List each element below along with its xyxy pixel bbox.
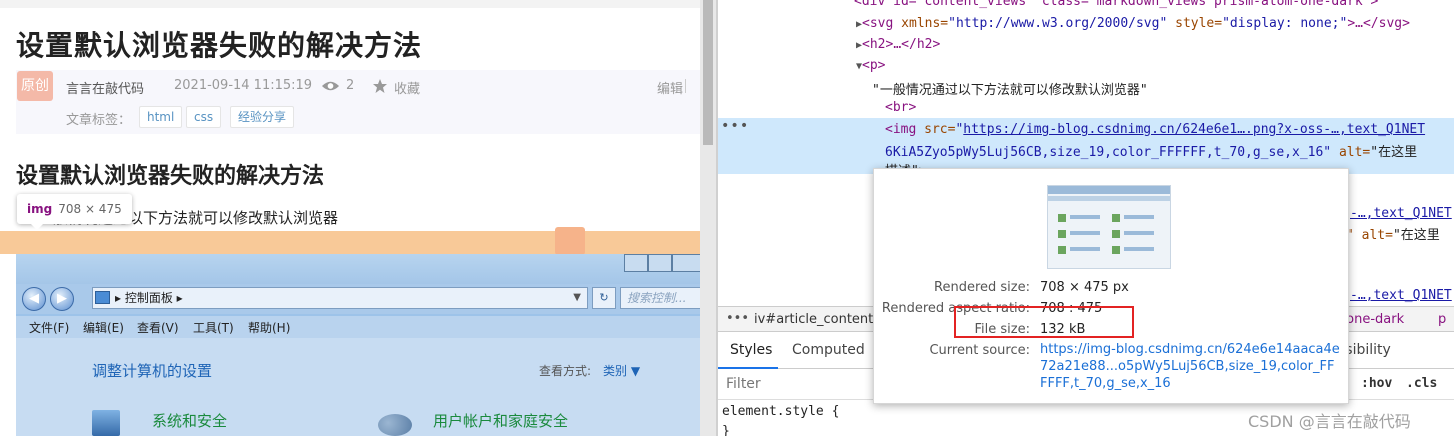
rendered-size-label: Rendered size: (934, 280, 1030, 295)
element-hover-tooltip: img 708 × 475 (17, 194, 132, 230)
tooltip-tag: img (27, 202, 53, 216)
rendered-size-value: 708 × 475 px (1040, 280, 1129, 295)
dom-line-partial[interactable]: " alt="在这里 (1346, 224, 1440, 243)
dom-line-div[interactable]: <div id="content_views" class="markdown_… (854, 0, 1378, 9)
forward-icon: ▶ (50, 287, 74, 311)
element-style-rule-end: } (722, 424, 730, 436)
view-mode-value: 类别 ▼ (603, 364, 641, 378)
view-count: 2 (346, 78, 355, 93)
tab-computed[interactable]: Computed (792, 333, 865, 369)
scrollbar-thumb[interactable] (703, 0, 713, 145)
more-icon[interactable]: ••• (726, 311, 749, 326)
menu-bar: 文件(F) 编辑(E) 查看(V) 工具(T) 帮助(H) (16, 316, 716, 338)
dom-line-partial[interactable]: -…,text_Q1NET (1350, 288, 1452, 303)
dom-line-svg[interactable]: ▶<svg xmlns="http://www.w3.org/2000/svg"… (856, 16, 1410, 31)
tag-css[interactable]: css (186, 106, 222, 128)
address-separator: ▸ (172, 291, 183, 305)
shield-icon (92, 410, 120, 436)
image-margin-highlight (0, 231, 716, 254)
search-icon[interactable] (555, 227, 585, 255)
dom-line-p[interactable]: ▼<p> (856, 58, 886, 73)
address-bar: ▸ 控制面板 ▸ ▼ (92, 287, 588, 309)
tags-label: 文章标签： (66, 113, 132, 128)
original-badge: 原创 (17, 71, 53, 101)
image-thumbnail (1047, 185, 1171, 269)
users-icon (378, 414, 412, 436)
address-separator: ▸ (115, 291, 125, 305)
menu-view: 查看(V) (137, 321, 179, 335)
cls-toggle-button[interactable]: .cls (1406, 376, 1437, 391)
dom-line-text[interactable]: "一般情况通过以下方法就可以修改默认浏览器" (872, 79, 1148, 98)
dom-line-img-cont[interactable]: 6KiA5Zyo5pWy5Luj56CB,size_19,color_FFFFF… (885, 141, 1417, 160)
system-security-link: 系统和安全 (152, 412, 228, 430)
tooltip-dims: 708 × 475 (58, 202, 122, 216)
window-controls (624, 254, 708, 272)
breadcrumb-item[interactable]: iv#article_content. (754, 312, 877, 327)
page-scrollbar[interactable] (700, 0, 716, 436)
element-style-rule[interactable]: element.style { (722, 404, 839, 419)
view-mode-label: 查看方式: (539, 364, 592, 378)
eye-icon (321, 81, 340, 91)
tab-styles[interactable]: Styles (718, 333, 778, 369)
current-source-label: Current source: (929, 343, 1030, 358)
tag-html[interactable]: html (139, 106, 183, 128)
edit-link[interactable]: 编辑 (657, 78, 683, 97)
refresh-icon: ↻ (592, 287, 616, 309)
dom-line-img[interactable]: <img src="https://img-blog.csdnimg.cn/62… (885, 122, 1425, 137)
author-link[interactable]: 言言在敲代码 (66, 78, 144, 97)
chevron-down-icon: ▼ (573, 292, 581, 303)
menu-file: 文件(F) (29, 321, 70, 335)
meta-divider (685, 79, 686, 93)
article-image-highlight[interactable]: ◀ ▶ ▸ 控制面板 ▸ ▼ ↻ 搜索控制... 文件(F) 编辑(E) 查看(… (16, 254, 716, 436)
control-panel-body: 调整计算机的设置 查看方式: 类别 ▼ 系统和安全 用户帐户和家庭安全 (16, 338, 716, 436)
file-size-highlight-box (954, 306, 1134, 338)
section-heading: 设置默认浏览器失败的解决方法 (16, 164, 325, 189)
minimize-icon (624, 254, 648, 272)
more-options-icon[interactable]: ••• (721, 118, 749, 134)
publish-datetime: 2021-09-14 11:15:19 (174, 78, 313, 93)
menu-help: 帮助(H) (248, 321, 291, 335)
menu-tools: 工具(T) (193, 321, 234, 335)
blog-page-pane: 设置默认浏览器失败的解决方法 原创 言言在敲代码 2021-09-14 11:1… (0, 0, 716, 436)
user-accounts-link: 用户帐户和家庭安全 (433, 412, 569, 430)
current-source-link[interactable]: https://img-blog.csdnimg.cn/624e6e14aaca… (1040, 341, 1340, 392)
breadcrumb-item[interactable]: p (1438, 312, 1446, 327)
window-titlebar (16, 254, 716, 284)
control-panel-icon (95, 291, 110, 304)
maximize-icon (648, 254, 672, 272)
control-panel-heading: 调整计算机的设置 (92, 362, 213, 380)
dom-line-partial[interactable]: -…,text_Q1NET (1350, 206, 1452, 221)
address-text: 控制面板 (124, 291, 173, 305)
address-row: ◀ ▶ ▸ 控制面板 ▸ ▼ ↻ 搜索控制... (16, 284, 716, 314)
csdn-watermark: CSDN @言言在敲代码 (1248, 412, 1411, 431)
filter-input[interactable]: Filter (726, 376, 761, 392)
favorite-button[interactable]: 收藏 (394, 78, 420, 97)
image-preview-popup: Rendered size: 708 × 475 px Rendered asp… (873, 168, 1349, 404)
hov-toggle-button[interactable]: :hov (1361, 376, 1392, 391)
back-icon: ◀ (22, 287, 46, 311)
dom-line-h2[interactable]: ▶<h2>…</h2> (856, 37, 940, 52)
img-src-link[interactable]: https://img-blog.csdnimg.cn/624e6e1….png… (963, 122, 1425, 137)
page-title: 设置默认浏览器失败的解决方法 (16, 29, 423, 62)
star-icon[interactable] (372, 78, 388, 94)
dom-line-br[interactable]: <br> (885, 100, 916, 115)
menu-edit: 编辑(E) (83, 321, 124, 335)
tag-experience[interactable]: 经验分享 (230, 106, 295, 128)
